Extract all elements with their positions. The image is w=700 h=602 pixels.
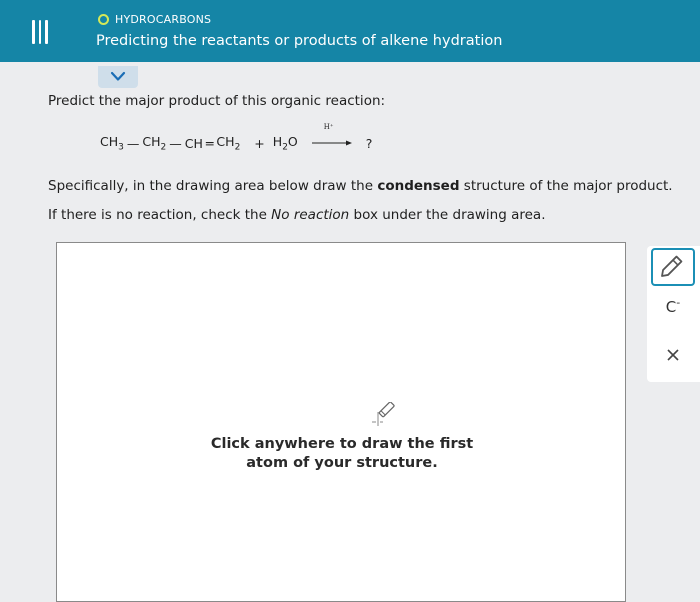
pencil-tool-button[interactable]: [651, 248, 695, 286]
pencil-cursor-icon: [372, 402, 395, 426]
reactant-ch3: CH3: [100, 134, 124, 153]
drawing-canvas[interactable]: Click anywhere to draw the first atom of…: [56, 242, 626, 602]
drawing-hint-line1: Click anywhere to draw the first: [210, 436, 474, 452]
drawing-toolbar: C-: [647, 246, 700, 382]
catalyst-label: H⁺: [323, 123, 334, 132]
arrow-icon: [311, 140, 352, 146]
plus-sign: +: [254, 135, 265, 151]
instruction-no-reaction: If there is no reaction, check the No re…: [48, 207, 546, 223]
close-icon: [667, 349, 679, 361]
question-panel: Predict the major product of this organi…: [0, 62, 700, 602]
emphasis-condensed: condensed: [377, 178, 460, 194]
page-title: Predicting the reactants or products of …: [96, 33, 503, 49]
reaction-arrow: H⁺: [311, 123, 352, 151]
reactant-ch2-terminal: CH2: [216, 134, 241, 153]
pencil-icon: [661, 255, 683, 277]
drawing-hint: Click anywhere to draw the first atom of…: [197, 435, 487, 473]
single-bond: —: [126, 135, 140, 151]
chevron-down-icon: [110, 71, 126, 81]
product-placeholder: ?: [365, 135, 373, 151]
charge-tool-button[interactable]: C-: [655, 296, 691, 326]
double-bond: ═: [205, 135, 214, 151]
close-tool-button[interactable]: [655, 340, 691, 370]
reaction-equation: CH3 — CH2 — CH ═ CH2 + H2O H⁺ ?: [100, 123, 373, 153]
collapse-button[interactable]: [98, 66, 138, 88]
app-header: HYDROCARBONS Predicting the reactants or…: [0, 0, 700, 62]
drawing-hint-line2: atom of your structure.: [246, 455, 438, 471]
emphasis-no-reaction: No reaction: [271, 207, 350, 223]
instruction-draw: Specifically, in the drawing area below …: [48, 178, 673, 194]
single-bond: —: [169, 135, 182, 151]
reactant-water: H2O: [272, 134, 298, 153]
hamburger-menu-icon[interactable]: [28, 20, 52, 44]
reactant-ch2: CH2: [142, 134, 167, 153]
topic-label: HYDROCARBONS: [115, 13, 212, 26]
topic-row: HYDROCARBONS: [98, 13, 211, 26]
reactant-ch: CH: [184, 135, 203, 151]
question-prompt: Predict the major product of this organi…: [48, 93, 386, 109]
topic-status-icon: [98, 14, 109, 25]
